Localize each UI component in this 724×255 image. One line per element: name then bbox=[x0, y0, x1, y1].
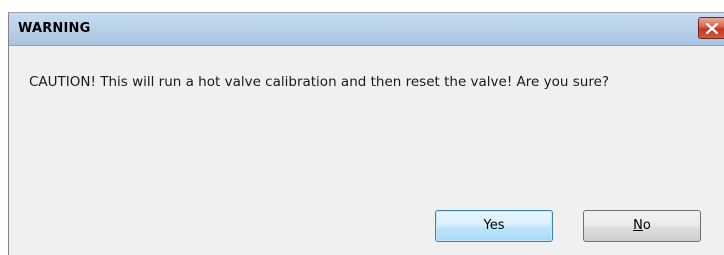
no-label-rest: o bbox=[642, 218, 651, 233]
no-mnemonic: N bbox=[633, 218, 643, 233]
no-button-label: No bbox=[633, 218, 651, 233]
close-icon bbox=[706, 23, 718, 34]
window-title: WARNING bbox=[18, 21, 91, 36]
close-button[interactable] bbox=[698, 17, 724, 39]
yes-button-label: Yes bbox=[483, 218, 505, 233]
dialog-body: CAUTION! This will run a hot valve calib… bbox=[9, 46, 724, 255]
message-text: CAUTION! This will run a hot valve calib… bbox=[29, 74, 610, 90]
title-bar[interactable]: WARNING bbox=[9, 13, 724, 46]
warning-dialog: WARNING CAUTION! This will run a hot val… bbox=[8, 12, 724, 255]
yes-button[interactable]: Yes bbox=[435, 210, 553, 242]
no-button[interactable]: No bbox=[583, 210, 701, 242]
